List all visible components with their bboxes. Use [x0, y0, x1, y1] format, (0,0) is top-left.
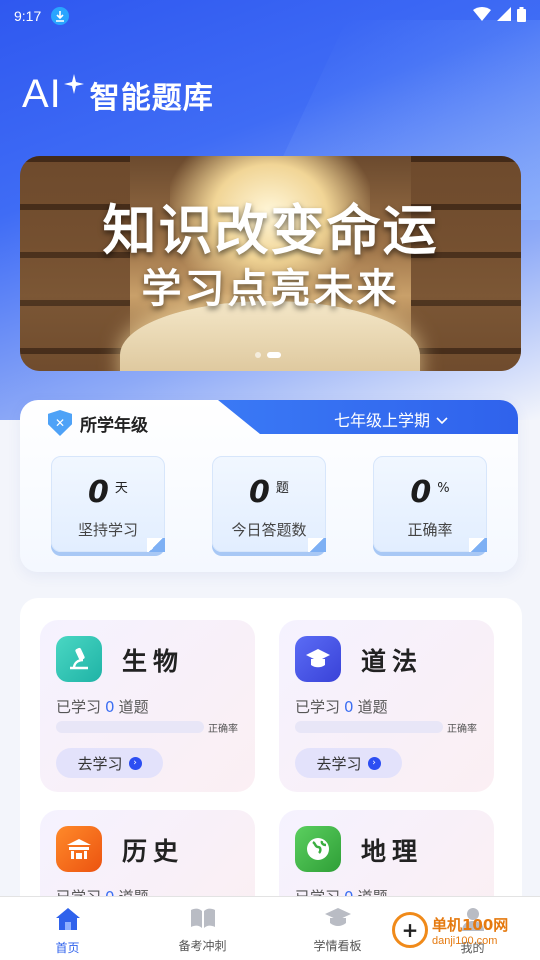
sparkle-icon	[63, 73, 84, 98]
grade-selected-label: 七年级上学期	[333, 411, 430, 430]
grade-title: ✕ 所学年级	[48, 410, 148, 436]
tab-home[interactable]: 首页	[0, 897, 135, 960]
stat-value: 0	[249, 475, 270, 510]
stat-label: 正确率	[407, 521, 453, 539]
temple-icon	[56, 826, 102, 872]
status-time: 9:17	[14, 8, 42, 24]
stat-unit: 题	[275, 481, 289, 496]
go-study-label: 去学习	[77, 754, 123, 773]
wifi-icon	[473, 7, 491, 25]
accuracy-progress-bar	[295, 721, 443, 733]
banner-subheadline: 学习点亮未来	[141, 266, 400, 312]
watermark-text: 单机100网 danji100.com	[432, 914, 508, 947]
tab-label: 备考冲刺	[178, 939, 227, 953]
banner-carousel[interactable]: 知识改变命运 学习点亮未来	[20, 156, 521, 371]
watermark-title: 单机100网	[432, 915, 509, 934]
page-fold-decoration	[308, 538, 326, 552]
subject-name: 历史	[122, 837, 185, 866]
grade-card: 七年级上学期 ✕ 所学年级 0天 坚持学习 0题 今日答题数 0% 正确率	[20, 400, 518, 572]
go-study-button[interactable]: 去学习 ›	[56, 748, 163, 778]
stat-study-days: 0天 坚持学习	[51, 456, 165, 552]
stat-label: 坚持学习	[77, 521, 138, 539]
stat-value: 0	[410, 475, 432, 510]
learned-count: 0	[344, 698, 354, 716]
subject-card-ethics[interactable]: 道法 已学习 0 道题 正确率 去学习 ›	[279, 620, 494, 792]
grade-selector[interactable]: 七年级上学期	[334, 407, 448, 431]
download-icon	[51, 7, 70, 25]
plus-circle-icon: +	[392, 912, 428, 948]
go-study-label: 去学习	[316, 754, 362, 773]
accuracy-label: 正确率	[447, 724, 477, 735]
go-study-button[interactable]: 去学习 ›	[295, 748, 402, 778]
grade-title-label: 所学年级	[80, 415, 148, 436]
learned-prefix: 已学习	[295, 698, 341, 716]
app-title: 智能题库	[89, 80, 214, 116]
stat-accuracy: 0% 正确率	[373, 456, 487, 552]
subject-learned-count: 已学习0道题	[56, 696, 149, 717]
page-fold-decoration	[469, 538, 487, 552]
subject-name: 生物	[122, 647, 185, 676]
subject-learned-count: 已学习0道题	[295, 696, 388, 717]
stat-today-answers: 0题 今日答题数	[212, 456, 326, 552]
status-bar: 9:17	[0, 0, 540, 32]
graduation-cap-icon	[295, 636, 341, 682]
subject-name: 道法	[361, 647, 424, 676]
stat-unit: 天	[114, 481, 128, 496]
shield-icon: ✕	[48, 410, 72, 436]
arrow-right-icon: ›	[367, 756, 381, 770]
arrow-right-icon: ›	[128, 756, 142, 770]
subjects-panel: 生物 已学习 0 道题 正确率 去学习 › 道法 已学习 0 道题 正确率 去学习 › …	[20, 598, 522, 928]
carousel-indicator	[255, 352, 281, 358]
logo-ai-text: AI	[22, 72, 62, 116]
subject-card-biology[interactable]: 生物 已学习 0 道题 正确率 去学习 ›	[40, 620, 255, 792]
tab-label: 首页	[55, 941, 80, 955]
app-logo: AI 智能题库	[22, 72, 214, 117]
stat-value: 0	[88, 475, 109, 510]
banner-headline: 知识改变命运	[102, 199, 439, 262]
page-fold-decoration	[147, 538, 165, 552]
tab-learning-dashboard[interactable]: 学情看板	[270, 897, 405, 960]
watermark-logo: + 单机100网 danji100.com	[392, 912, 508, 948]
carousel-dot	[255, 352, 261, 358]
globe-icon	[295, 826, 341, 872]
tab-label: 学情看板	[313, 939, 362, 953]
carousel-dot-active	[267, 352, 281, 358]
accuracy-label: 正确率	[208, 724, 238, 735]
tab-exam-sprint[interactable]: 备考冲刺	[135, 897, 270, 960]
learned-suffix: 道题	[118, 698, 149, 716]
home-icon	[55, 907, 81, 934]
stat-unit: %	[437, 481, 450, 496]
chevron-down-icon	[436, 410, 448, 429]
subject-name: 地理	[361, 837, 424, 866]
learned-count: 0	[105, 698, 115, 716]
battery-icon	[517, 6, 526, 26]
book-icon	[190, 907, 216, 932]
learned-suffix: 道题	[357, 698, 388, 716]
watermark-url: danji100.com	[432, 934, 498, 947]
learned-prefix: 已学习	[56, 698, 102, 716]
microscope-icon	[56, 636, 102, 682]
graduation-cap-icon	[324, 907, 352, 932]
stat-label: 今日答题数	[231, 521, 307, 539]
accuracy-progress-bar	[56, 721, 204, 733]
signal-icon	[497, 7, 511, 25]
